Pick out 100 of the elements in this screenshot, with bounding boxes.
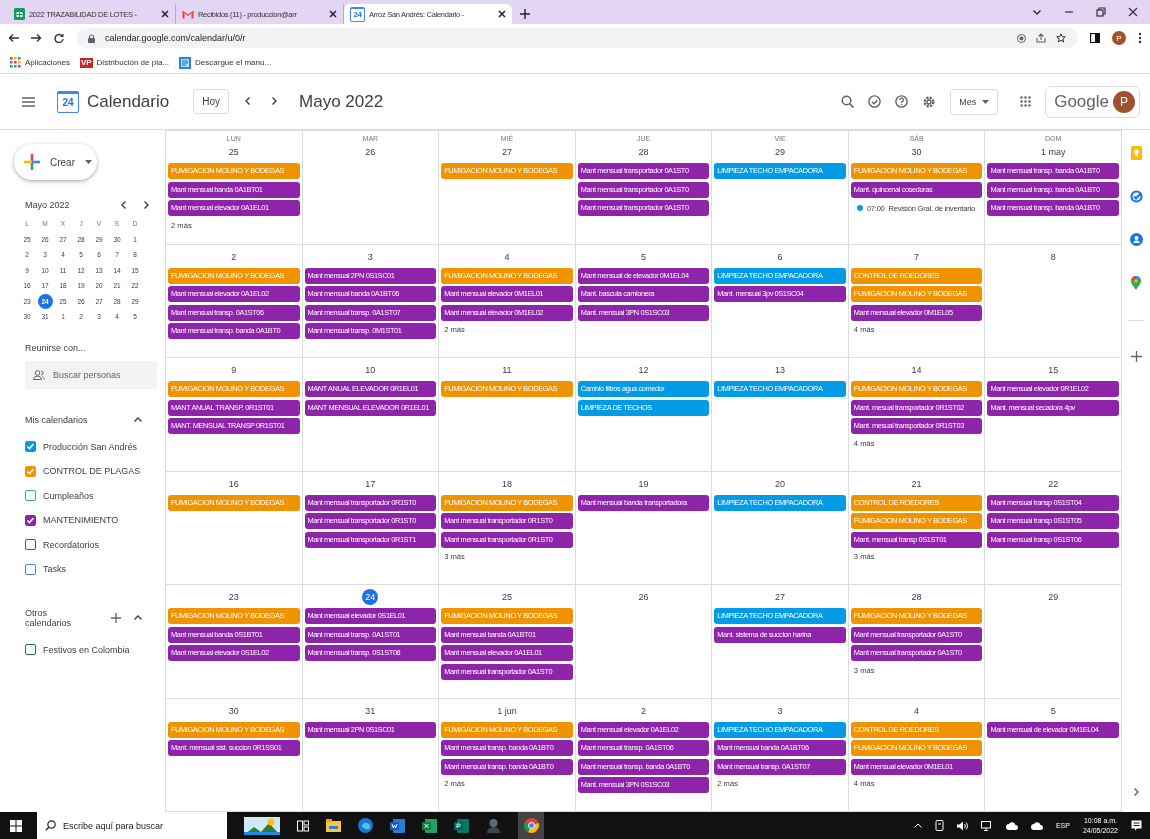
back-icon[interactable] (8, 33, 19, 43)
day-number[interactable]: 18 (498, 475, 515, 492)
add-calendar-icon[interactable] (111, 612, 121, 623)
day-number[interactable]: 26 (362, 144, 379, 160)
publisher-icon[interactable] (454, 818, 469, 833)
word-icon[interactable] (390, 818, 405, 833)
day-number[interactable]: 25 (225, 144, 242, 160)
new-tab-icon[interactable] (520, 9, 530, 19)
view-dropdown[interactable]: Mes (950, 88, 999, 115)
day-number[interactable]: 4 (908, 702, 925, 719)
map-pin-icon[interactable] (1131, 276, 1141, 290)
calendar-name[interactable]: Tasks (43, 564, 66, 575)
day-number[interactable]: 25 (498, 589, 515, 605)
day-number[interactable]: 7 (908, 248, 925, 265)
next-month-icon[interactable] (141, 200, 151, 210)
day-number[interactable]: 17 (362, 475, 379, 492)
excel-icon[interactable] (422, 818, 437, 833)
speaker-icon[interactable] (956, 820, 968, 831)
address-bar[interactable]: calendar.google.com/calendar/u/0/r (76, 28, 1078, 48)
day-number[interactable]: 20 (772, 475, 789, 492)
network-icon[interactable] (980, 820, 993, 831)
folder-icon[interactable] (326, 819, 341, 832)
day-number[interactable]: 31 (362, 702, 379, 719)
notifications-icon[interactable] (1131, 820, 1142, 831)
close-icon[interactable] (161, 10, 169, 18)
day-number[interactable]: 27 (498, 144, 515, 160)
search-icon[interactable] (841, 95, 855, 108)
checkbox[interactable] (25, 563, 36, 575)
figure-icon[interactable] (486, 818, 501, 833)
star-icon[interactable] (1056, 33, 1066, 43)
calendar-name[interactable]: Producción San Andrés (43, 441, 138, 452)
profile-avatar[interactable]: P (1112, 31, 1126, 45)
settings-icon[interactable] (922, 94, 937, 109)
day-number[interactable]: 12 (635, 362, 652, 378)
tasks-icon[interactable] (1129, 190, 1143, 203)
day-number[interactable]: 14 (908, 362, 925, 378)
restore-icon[interactable] (1096, 7, 1106, 17)
day-number[interactable]: 3 (772, 702, 789, 719)
day-number[interactable]: 8 (1045, 248, 1062, 265)
forward-icon[interactable] (31, 33, 42, 43)
share-icon[interactable] (1036, 33, 1046, 43)
day-number[interactable]: 4 (498, 248, 515, 265)
task-view-icon[interactable] (297, 819, 309, 832)
help-icon[interactable] (895, 95, 909, 108)
day-number[interactable]: 28 (635, 144, 652, 160)
cloud-icon[interactable] (1005, 821, 1018, 830)
day-number[interactable]: 30 (908, 144, 925, 160)
day-number[interactable]: 21 (908, 475, 925, 492)
add-icon[interactable] (1130, 351, 1142, 362)
browser-icon[interactable] (358, 818, 373, 833)
more-icon[interactable] (1138, 32, 1142, 44)
checkbox[interactable] (25, 465, 36, 477)
apps-icon[interactable] (1020, 96, 1032, 107)
day-number[interactable]: 19 (635, 475, 652, 492)
calendar-name[interactable]: Cumpleaños (43, 490, 94, 501)
checkbox[interactable] (25, 539, 36, 551)
day-number[interactable]: 22 (1045, 475, 1062, 492)
previous-month-icon[interactable] (119, 200, 129, 210)
day-number[interactable]: 1 jun (495, 702, 519, 719)
task-check-icon[interactable] (868, 95, 882, 108)
day-number[interactable]: 29 (772, 144, 789, 160)
day-number[interactable]: 23 (225, 589, 242, 605)
location-icon[interactable] (1017, 33, 1026, 43)
day-number[interactable]: 15 (1045, 362, 1062, 378)
caret-up-icon[interactable] (913, 823, 922, 828)
day-number[interactable]: 24 (362, 589, 379, 605)
bookmark[interactable]: VP Distribución de pla... (79, 57, 170, 68)
day-number[interactable]: 1 may (1038, 144, 1068, 160)
calendar-name[interactable]: MANTENIMIENTO (43, 515, 119, 526)
day-number[interactable]: 2 (225, 248, 242, 265)
calendar-name[interactable]: CONTROL DE PLAGAS (43, 466, 141, 477)
bookmark[interactable]: Aplicaciones (10, 57, 70, 68)
day-number[interactable]: 10 (362, 362, 379, 378)
day-number[interactable]: 2 (635, 702, 652, 719)
day-number[interactable]: 5 (1045, 702, 1062, 719)
bookmark[interactable]: Descargue el manu... (179, 56, 272, 69)
day-number[interactable]: 13 (772, 362, 789, 378)
checkbox[interactable] (25, 514, 36, 526)
day-number[interactable]: 9 (225, 362, 242, 378)
day-number[interactable]: 26 (635, 589, 652, 605)
weather-icon[interactable] (244, 816, 280, 835)
day-number[interactable]: 27 (772, 589, 789, 605)
checkbox[interactable] (25, 490, 36, 502)
reload-icon[interactable] (54, 33, 64, 43)
day-number[interactable]: 6 (772, 248, 789, 265)
day-number[interactable]: 11 (498, 362, 515, 378)
account-button[interactable]: Google P (1045, 85, 1140, 118)
day-number[interactable]: 29 (1045, 589, 1062, 605)
tab-search-icon[interactable] (1032, 7, 1042, 17)
day-number[interactable]: 5 (635, 248, 652, 265)
taskbar-search-field[interactable]: Escribe aquí para buscar (37, 812, 227, 839)
close-icon[interactable] (498, 10, 506, 18)
people-search-field[interactable]: Buscar personas (25, 360, 157, 389)
cloud-icon[interactable] (1030, 821, 1043, 830)
contacts-icon[interactable] (1129, 233, 1143, 246)
checkbox[interactable] (25, 644, 36, 656)
create-button[interactable]: Crear (14, 144, 97, 180)
calendar-name[interactable]: Recordatorios (43, 539, 100, 550)
today-button[interactable]: Hoy (193, 89, 230, 114)
day-number[interactable]: 28 (908, 589, 925, 605)
